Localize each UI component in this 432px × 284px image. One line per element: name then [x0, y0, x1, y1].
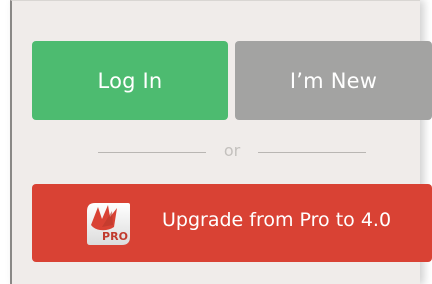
auth-panel: Log In I’m New or PRO Upgrade from Pro t…: [10, 0, 432, 284]
divider-line-left: [97, 151, 206, 153]
divider-text: or: [223, 140, 241, 160]
im-new-button[interactable]: I’m New: [235, 41, 432, 120]
upgrade-button[interactable]: PRO Upgrade from Pro to 4.0: [32, 184, 432, 262]
or-divider: or: [32, 137, 432, 167]
im-new-button-label: I’m New: [289, 68, 378, 93]
screen: Log In I’m New or PRO Upgrade from Pro t…: [0, 0, 432, 284]
upgrade-button-label: Upgrade from Pro to 4.0: [162, 209, 392, 231]
login-button[interactable]: Log In: [32, 41, 228, 120]
pro-app-icon: PRO: [87, 203, 130, 245]
login-button-label: Log In: [97, 68, 163, 93]
pro-badge-text: PRO: [102, 230, 128, 243]
divider-line-right: [258, 151, 367, 153]
